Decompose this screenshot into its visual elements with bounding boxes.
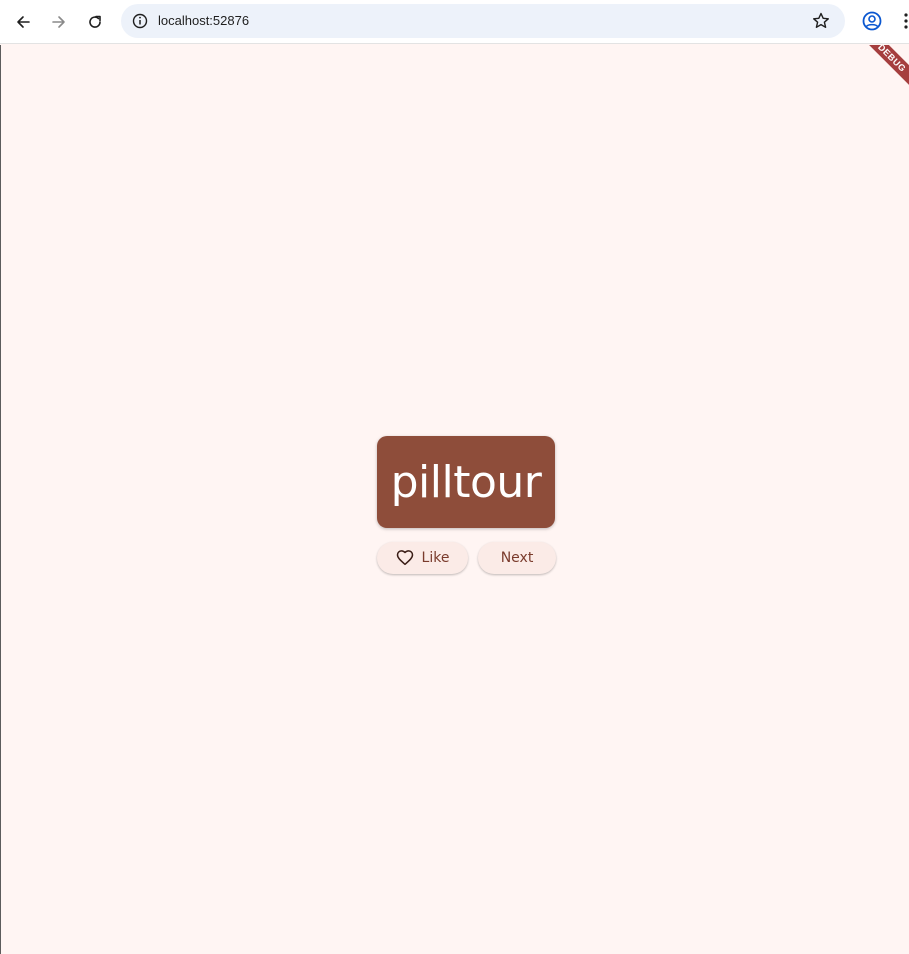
info-icon[interactable] xyxy=(131,12,149,30)
word-card: pilltour xyxy=(377,436,555,528)
profile-icon[interactable] xyxy=(861,10,883,32)
word-pair-text: pilltour xyxy=(390,456,542,508)
next-button[interactable]: Next xyxy=(478,542,556,574)
kebab-menu-icon[interactable] xyxy=(898,10,909,32)
like-button[interactable]: Like xyxy=(377,542,468,574)
url-text[interactable]: localhost:52876 xyxy=(158,13,249,28)
reload-button[interactable] xyxy=(81,8,109,36)
heart-outline-icon xyxy=(396,550,413,566)
star-icon[interactable] xyxy=(811,11,831,31)
address-bar[interactable]: localhost:52876 xyxy=(121,4,845,38)
next-label: Next xyxy=(500,550,534,566)
arrow-back-icon xyxy=(17,16,30,28)
app-viewport: DEBUG pilltour Like Next xyxy=(0,45,909,954)
back-button[interactable] xyxy=(9,8,37,36)
reload-icon xyxy=(89,15,101,28)
arrow-forward-icon xyxy=(52,16,65,28)
forward-button[interactable] xyxy=(45,8,73,36)
debug-banner: DEBUG xyxy=(855,45,909,95)
browser-toolbar: localhost:52876 xyxy=(0,0,909,44)
like-label: Like xyxy=(421,550,450,566)
